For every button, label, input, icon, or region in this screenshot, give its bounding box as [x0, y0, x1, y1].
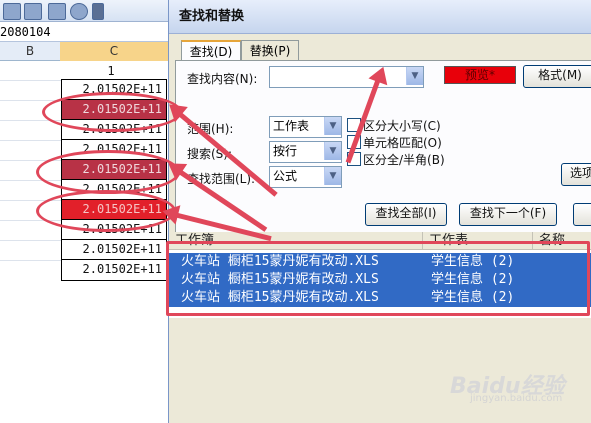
row-divider	[0, 240, 62, 241]
lookin-value: 公式	[273, 169, 298, 183]
within-value: 工作表	[273, 119, 310, 133]
watermark-url: jingyan.baidu.com	[470, 393, 563, 404]
format-button[interactable]: 格式(M)	[523, 65, 591, 88]
toolbar	[0, 0, 168, 22]
find-next-button[interactable]: 查找下一个(F)	[459, 203, 557, 226]
chevron-down-icon[interactable]: ▼	[324, 167, 341, 185]
column-header-b[interactable]: B	[0, 42, 61, 61]
column-headers: B C	[0, 42, 168, 61]
chevron-down-icon[interactable]: ▼	[324, 142, 341, 160]
chevron-down-icon[interactable]	[92, 3, 104, 20]
close-button[interactable]	[573, 203, 591, 226]
column-header-c[interactable]: C	[60, 42, 168, 61]
find-replace-dialog: 查找和替换 查找(D) 替换(P) 查找内容(N): ▼ 预览* 格式(M) 范…	[168, 0, 591, 423]
find-what-label: 查找内容(N):	[187, 72, 258, 86]
match-byte-label: 区分全/半角(B)	[363, 153, 445, 167]
find-all-button[interactable]: 查找全部(I)	[365, 203, 447, 226]
spreadsheet-cell[interactable]: 2.01502E+11	[61, 239, 167, 261]
help-icon[interactable]	[70, 3, 88, 20]
tab-replace[interactable]: 替换(P)	[241, 40, 299, 61]
format-preview: 预览*	[444, 66, 516, 84]
search-select[interactable]: 按行 ▼	[269, 141, 342, 163]
chevron-down-icon[interactable]: ▼	[406, 67, 423, 85]
find-what-input[interactable]: ▼	[269, 66, 424, 88]
match-case-label: 区分大小写(C)	[363, 119, 441, 133]
spell-check-icon[interactable]	[24, 3, 42, 20]
search-value: 按行	[273, 144, 298, 158]
annotation-circle	[42, 92, 182, 132]
annotation-circle	[36, 150, 180, 194]
spreadsheet-cell[interactable]: 2.01502E+11	[61, 259, 167, 281]
formula-value: 2080104	[0, 25, 51, 39]
row-divider	[0, 80, 62, 81]
row-divider	[0, 140, 62, 141]
dialog-title[interactable]: 查找和替换	[169, 0, 591, 34]
lookin-select[interactable]: 公式 ▼	[269, 166, 342, 188]
within-select[interactable]: 工作表 ▼	[269, 116, 342, 138]
print-preview-icon[interactable]	[3, 3, 21, 20]
annotation-results-frame	[166, 241, 590, 316]
chart-icon[interactable]	[48, 3, 66, 20]
options-button[interactable]: 选项	[561, 163, 591, 186]
row-divider	[0, 260, 62, 261]
annotation-circle	[36, 190, 176, 232]
formula-bar[interactable]: 2080104	[0, 22, 168, 42]
match-cell-label: 单元格匹配(O)	[363, 136, 442, 150]
chevron-down-icon[interactable]: ▼	[324, 117, 341, 135]
